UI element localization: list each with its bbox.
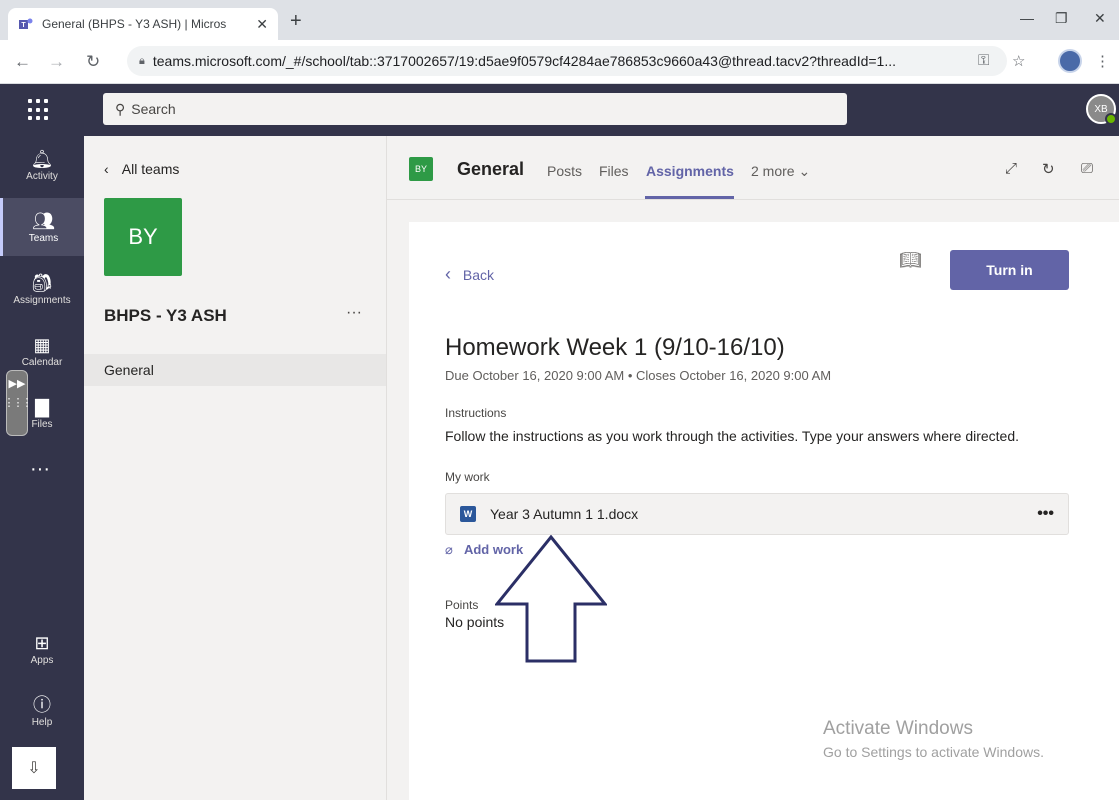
teams-icon: 👥︎	[32, 210, 55, 231]
activate-windows-title: Activate Windows	[823, 718, 973, 739]
play-forward-icon: ▶▶	[8, 378, 26, 390]
svg-text:T: T	[21, 22, 26, 29]
apps-icon: ⊞	[34, 632, 50, 653]
tab-more-label: 2 more	[751, 163, 795, 179]
rail-item-label: Files	[31, 418, 53, 430]
channel-header: BY General Posts Files Assignments 2 mor…	[387, 136, 1119, 200]
teams-favicon-icon: T	[19, 18, 33, 29]
presence-available-icon	[1105, 113, 1117, 125]
attached-file-row[interactable]: W Year 3 Autumn 1 1.docx •••	[445, 493, 1069, 535]
rail-item-label: Assignments	[13, 294, 71, 306]
rail-item-label: Apps	[30, 654, 54, 666]
file-more-options-icon[interactable]: •••	[1037, 505, 1054, 523]
chevron-down-icon: ⌄	[798, 163, 811, 179]
tab-assignments[interactable]: Assignments	[646, 163, 734, 179]
window-close-button[interactable]: ✕	[1094, 10, 1106, 27]
files-icon: ▇	[35, 396, 49, 417]
assignment-card: ‹ Back 📖︎ Turn in Homework Week 1 (9/10-…	[409, 222, 1119, 800]
team-pane: ‹ All teams BY BHPS - Y3 ASH ··· General	[84, 136, 387, 800]
all-teams-link[interactable]: ‹ All teams	[104, 161, 179, 177]
minimize-button[interactable]: —	[1020, 10, 1034, 26]
refresh-icon[interactable]: ↻	[1042, 160, 1055, 178]
browser-tab-bar: T General (BHPS - Y3 ASH) | Micros ✕ + —…	[0, 0, 1119, 40]
points-value: No points	[445, 614, 505, 630]
active-tab-indicator	[645, 196, 734, 199]
turn-in-button[interactable]: Turn in	[950, 250, 1069, 290]
immersive-reader-icon[interactable]: 📖︎	[899, 250, 922, 271]
search-icon: ⚲	[115, 100, 126, 117]
team-more-options-icon[interactable]: ···	[346, 304, 362, 322]
user-avatar[interactable]: XB	[1086, 94, 1117, 125]
back-label: Back	[462, 267, 495, 283]
rail-item-apps[interactable]: ⊞ Apps	[0, 620, 84, 678]
app-launcher-icon[interactable]	[28, 99, 50, 121]
user-avatar-initials: XB	[1094, 103, 1108, 115]
rail-item-label: Calendar	[21, 356, 63, 368]
assignment-title: Homework Week 1 (9/10-16/10)	[445, 334, 785, 361]
bookmark-star-icon[interactable]: ☆	[1012, 52, 1025, 70]
forward-arrow-icon[interactable]: →	[48, 52, 65, 72]
tab-posts[interactable]: Posts	[547, 163, 582, 179]
channel-avatar: BY	[409, 157, 433, 181]
rail-item-label: Activity	[26, 170, 58, 182]
team-avatar: BY	[104, 198, 182, 276]
floating-handle-icon[interactable]: ▶▶ ⋮⋮⋮	[3, 370, 33, 436]
points-label: Points	[445, 598, 479, 612]
rail-item-teams[interactable]: 👥︎ Teams	[0, 198, 84, 256]
tab-close-icon[interactable]: ✕	[256, 16, 268, 33]
restore-button[interactable]: ❐	[1055, 10, 1068, 27]
browser-profile-avatar[interactable]	[1058, 49, 1082, 73]
chevron-left-icon: ‹	[104, 161, 109, 177]
expand-icon[interactable]: ⤢	[1005, 160, 1017, 177]
address-bar[interactable]: 🔒︎ teams.microsoft.com/_#/school/tab::37…	[127, 46, 1007, 76]
channel-item-general[interactable]: General	[84, 354, 386, 386]
activate-windows-subtitle: Go to Settings to activate Windows.	[823, 744, 1044, 760]
up-arrow-annotation-icon	[495, 535, 607, 663]
search-input[interactable]: ⚲ Search	[103, 93, 847, 125]
back-arrow-icon[interactable]: ←	[14, 52, 31, 72]
search-placeholder: Search	[131, 101, 176, 117]
browser-toolbar: ← → ↻ 🔒︎ teams.microsoft.com/_#/school/t…	[0, 40, 1119, 84]
rail-item-assignments[interactable]: 🎒︎ Assignments	[0, 260, 84, 318]
grip-dots-icon: ⋮⋮⋮	[3, 397, 33, 409]
url-text: teams.microsoft.com/_#/school/tab::37170…	[152, 53, 897, 69]
help-icon: ⓘ	[33, 694, 51, 715]
meet-now-icon[interactable]: ⎚	[1081, 160, 1093, 177]
all-teams-label: All teams	[121, 161, 180, 177]
download-app-icon[interactable]: ⇩	[12, 747, 56, 789]
browser-tab[interactable]: T General (BHPS - Y3 ASH) | Micros ✕	[8, 8, 278, 40]
tab-files[interactable]: Files	[599, 163, 629, 179]
browser-menu-icon[interactable]: ⋮	[1095, 52, 1110, 70]
rail-item-help[interactable]: ⓘ Help	[0, 682, 84, 740]
assignments-icon: 🎒︎	[30, 272, 54, 293]
new-tab-button[interactable]: +	[290, 11, 302, 31]
calendar-icon: ▦	[33, 334, 51, 355]
rail-item-label: Teams	[28, 232, 59, 244]
app-rail: 🔔︎ Activity 👥︎ Teams 🎒︎ Assignments ▦ Ca…	[0, 136, 84, 800]
instructions-text: Follow the instructions as you work thro…	[445, 428, 1020, 444]
reload-icon[interactable]: ↻	[86, 52, 100, 72]
teams-app-bar: ⚲ Search XB	[0, 84, 1119, 136]
rail-item-activity[interactable]: 🔔︎ Activity	[0, 136, 84, 194]
word-document-icon: W	[460, 506, 476, 522]
instructions-label: Instructions	[445, 406, 507, 420]
lock-icon: 🔒︎	[139, 54, 145, 67]
tab-more[interactable]: 2 more ⌄	[751, 163, 810, 180]
more-apps-icon[interactable]: ···	[30, 458, 50, 481]
bell-icon: 🔔︎	[30, 148, 54, 169]
paperclip-icon: ⌀	[445, 542, 453, 557]
team-name: BHPS - Y3 ASH	[104, 306, 227, 325]
chevron-left-icon: ‹	[445, 264, 451, 284]
key-icon[interactable]: ⚿	[978, 52, 989, 69]
channel-title: General	[457, 159, 525, 179]
rail-item-label: Help	[31, 716, 53, 728]
tab-title: General (BHPS - Y3 ASH) | Micros	[42, 17, 227, 31]
back-button[interactable]: ‹ Back	[445, 264, 494, 285]
file-name: Year 3 Autumn 1 1.docx	[490, 506, 639, 522]
my-work-label: My work	[445, 470, 490, 484]
assignment-dates: Due October 16, 2020 9:00 AM • Closes Oc…	[445, 368, 832, 383]
